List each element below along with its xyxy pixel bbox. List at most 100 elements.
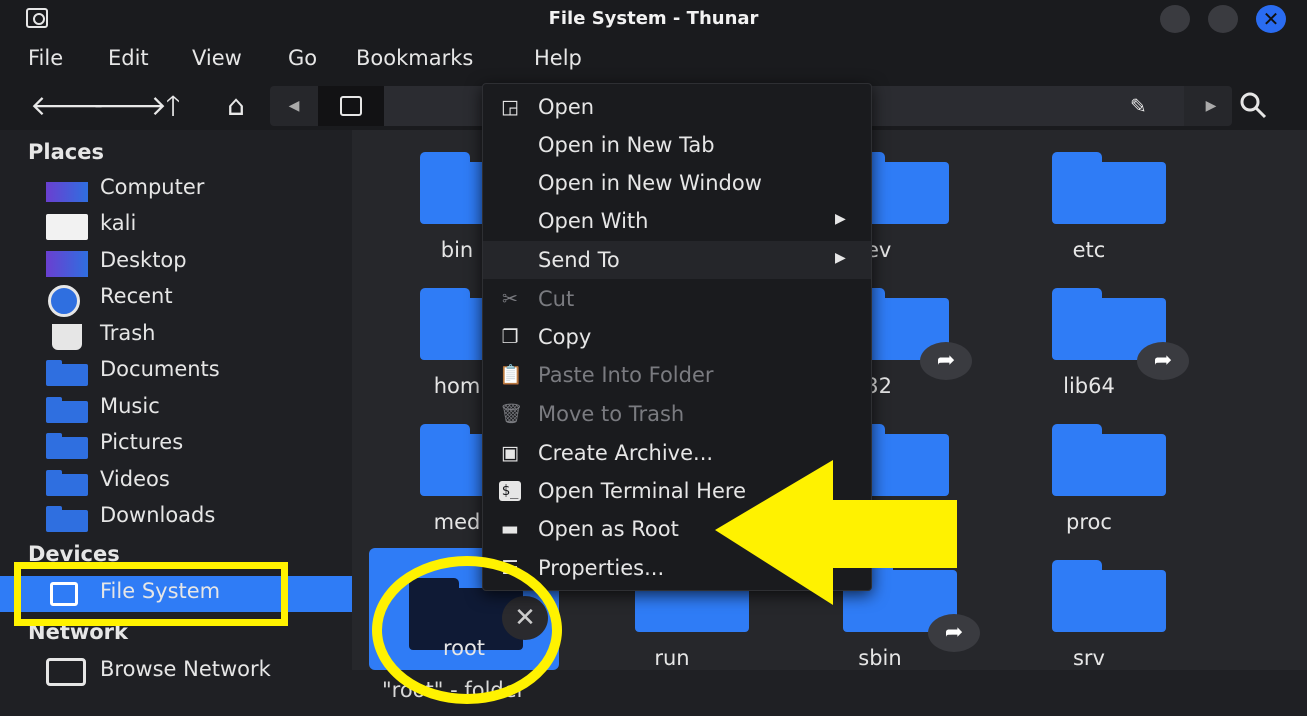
path-scroll-right-icon[interactable]: ▶ [1190,86,1232,126]
sidebar: Places Computer kali Desktop Recent Tras… [0,130,352,716]
yellow-arrow-annotation [715,460,957,605]
trash-icon [52,324,82,350]
menu-item-label: Open With [538,209,649,233]
menu-item-label: Copy [538,325,592,349]
sidebar-item-browse-network[interactable]: Browse Network [0,654,352,690]
folder-icon: ▬ [501,518,519,540]
sidebar-item-label: Trash [100,321,156,345]
highlight-circle-annotation [372,556,562,704]
home-folder-icon [46,214,88,240]
menu-item-open-new-window[interactable]: Open in New Window [483,164,871,202]
title-bar: File System - Thunar ✕ [0,0,1307,38]
back-arrow-icon[interactable]: 🡐 [30,88,105,124]
file-label: proc [1066,510,1112,534]
menu-item-copy[interactable]: ❐ Copy [483,318,871,356]
folder-srv[interactable]: srv [999,544,1179,674]
archive-icon: ▣ [501,442,519,464]
sidebar-item-pictures[interactable]: Pictures [0,427,352,463]
menu-item-label: Create Archive... [538,441,714,465]
paste-icon: 📋 [499,364,523,386]
sidebar-item-documents[interactable]: Documents [0,354,352,390]
sidebar-item-computer[interactable]: Computer [0,172,352,208]
edit-pencil-icon[interactable]: ✎ [1130,94,1147,118]
menu-item-label: Send To [538,248,620,272]
terminal-icon: $_ [499,481,521,501]
videos-folder-icon [46,470,88,496]
menu-edit[interactable]: Edit [108,46,149,70]
menu-item-cut[interactable]: ✂ Cut [483,280,871,318]
downloads-folder-icon [46,506,88,532]
menu-item-label: Open in New Window [538,171,762,195]
menu-file[interactable]: File [28,46,63,70]
menu-item-send-to[interactable]: Send To ▶ [483,241,871,279]
path-root-button[interactable] [318,86,384,126]
sidebar-item-music[interactable]: Music [0,391,352,427]
file-label: lib64 [1063,374,1115,398]
submenu-arrow-icon: ▶ [835,211,846,227]
trash-icon: 🗑 [499,403,524,425]
network-icon [46,658,86,686]
window-title: File System - Thunar [548,8,759,29]
file-label: sbin [858,646,902,670]
menu-item-label: Cut [538,287,575,311]
search-icon[interactable] [1238,90,1268,120]
folder-proc[interactable]: proc [999,408,1179,538]
sidebar-item-label: Pictures [100,430,184,454]
minimize-button[interactable] [1160,5,1190,33]
menu-item-label: Paste Into Folder [538,363,714,387]
sidebar-item-label: Documents [100,357,220,381]
file-label: etc [1072,238,1106,262]
sidebar-item-label: kali [100,211,137,235]
scissors-icon: ✂ [502,288,518,310]
menu-item-move-to-trash[interactable]: 🗑 Move to Trash [483,395,871,433]
menu-item-paste-into-folder[interactable]: 📋 Paste Into Folder [483,356,871,394]
file-label: run [654,646,690,670]
menu-item-open-with[interactable]: Open With ▶ [483,202,871,240]
desktop-icon [46,251,88,277]
up-arrow-icon[interactable]: 🡑 [155,88,191,124]
highlight-box-annotation [14,562,288,626]
recent-icon [48,285,80,317]
sidebar-item-label: Recent [100,284,173,308]
folder-icon [1052,424,1166,496]
sidebar-item-downloads[interactable]: Downloads [0,500,352,536]
sidebar-item-label: Desktop [100,248,187,272]
places-heading: Places [28,140,104,164]
pictures-folder-icon [46,433,88,459]
menu-item-label: Move to Trash [538,402,685,426]
maximize-button[interactable] [1208,5,1238,33]
menu-bar: File Edit View Go Bookmarks Help [0,38,1307,80]
sidebar-item-trash[interactable]: Trash [0,318,352,354]
drive-icon [340,96,362,116]
submenu-arrow-icon: ▶ [835,250,846,266]
sidebar-item-label: Music [100,394,160,418]
menu-go[interactable]: Go [288,46,317,70]
sidebar-item-recent[interactable]: Recent [0,281,352,317]
menu-item-label: Properties... [538,556,665,580]
computer-icon [46,182,88,202]
sidebar-item-desktop[interactable]: Desktop [0,245,352,281]
home-icon[interactable]: ⌂ [218,88,254,124]
forward-arrow-icon[interactable]: 🡒 [92,88,167,124]
sidebar-item-videos[interactable]: Videos [0,464,352,500]
sidebar-item-label: Downloads [100,503,216,527]
close-button[interactable]: ✕ [1256,5,1286,33]
open-icon: ◲ [501,96,519,118]
menu-item-open[interactable]: ◲ Open [483,88,871,126]
menu-item-label: Open [538,95,595,119]
music-folder-icon [46,397,88,423]
folder-lib64[interactable]: ➦ lib64 [999,272,1189,402]
menu-bookmarks[interactable]: Bookmarks [356,46,473,70]
path-scroll-left-icon[interactable]: ◀ [270,86,318,126]
menu-item-label: Open as Root [538,517,679,541]
menu-item-open-new-tab[interactable]: Open in New Tab [483,126,871,164]
menu-help[interactable]: Help [534,46,582,70]
sidebar-item-label: Computer [100,175,205,199]
folder-etc[interactable]: etc [999,136,1179,266]
documents-folder-icon [46,360,88,386]
menu-item-label: Open in New Tab [538,133,715,157]
menu-view[interactable]: View [192,46,242,70]
sidebar-item-label: Browse Network [100,657,271,681]
sidebar-item-kali[interactable]: kali [0,208,352,244]
sidebar-item-label: Videos [100,467,170,491]
